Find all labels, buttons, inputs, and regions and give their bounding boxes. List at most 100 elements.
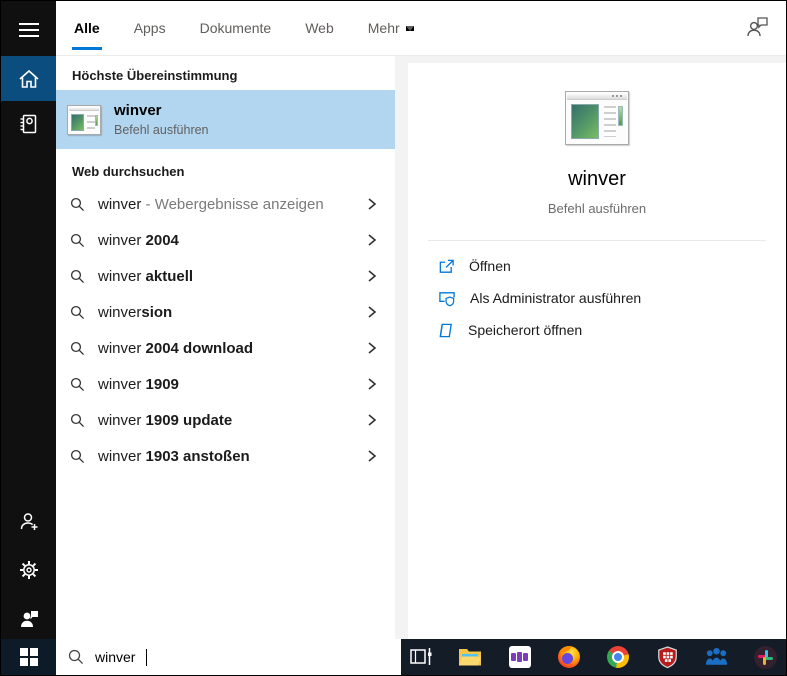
results-pane: Höchste Übereinstimmung winver Befehl au… <box>56 56 395 641</box>
suggestion-text: winver <box>98 340 146 357</box>
action-list: Öffnen Als Administrator ausführen Speic… <box>408 241 786 346</box>
best-match-title: winver <box>114 102 209 119</box>
file-location-icon <box>438 322 454 339</box>
chevron-right-icon[interactable] <box>367 341 377 355</box>
settings-gear-icon <box>18 559 40 581</box>
tab-label: Web <box>305 20 334 36</box>
suggestion-text: winver <box>98 448 146 465</box>
suggestion-text-bold: 2004 <box>146 232 179 249</box>
add-account-button[interactable] <box>1 499 56 544</box>
slack-icon <box>754 646 777 669</box>
open-icon <box>438 258 455 275</box>
chrome-button[interactable] <box>605 644 631 670</box>
admin-shield-icon <box>438 290 456 307</box>
user-account-button[interactable] <box>744 14 770 45</box>
chrome-icon <box>607 646 629 668</box>
search-icon <box>70 197 85 212</box>
chevron-right-icon[interactable] <box>367 197 377 211</box>
task-view-button[interactable] <box>408 644 434 670</box>
chevron-right-icon[interactable] <box>367 269 377 283</box>
action-label: Speicherort öffnen <box>468 322 582 338</box>
best-match-result[interactable]: winver Befehl ausführen <box>56 90 395 149</box>
best-match-subtitle: Befehl ausführen <box>114 123 209 137</box>
text-caret <box>146 649 147 666</box>
purple-app-icon <box>509 646 531 668</box>
add-user-icon <box>18 511 40 533</box>
firefox-icon <box>558 646 580 668</box>
web-suggestion-row[interactable]: winver 1903 anstoßen <box>56 438 395 474</box>
action-run-as-admin[interactable]: Als Administrator ausführen <box>438 282 786 314</box>
feedback-person-icon <box>18 608 40 630</box>
task-view-icon <box>409 646 433 668</box>
suggestion-text: winver <box>98 304 141 321</box>
taskbar-search-input[interactable]: winver <box>56 639 401 675</box>
windows-search-flyout: Alle Apps Dokumente Web Mehr Höchste Übe… <box>0 0 787 676</box>
hamburger-icon <box>18 22 40 38</box>
tab-alle[interactable]: Alle <box>72 1 102 55</box>
search-input-value: winver <box>95 649 135 665</box>
web-suggestion-row[interactable]: winver aktuell <box>56 258 395 294</box>
action-label: Öffnen <box>469 258 511 274</box>
suggestion-text-bold: aktuell <box>146 268 194 285</box>
suggestion-text-bold: 2004 download <box>146 340 254 357</box>
web-search-header: Web durchsuchen <box>56 149 395 186</box>
firefox-button[interactable] <box>556 644 582 670</box>
best-match-header: Höchste Übereinstimmung <box>56 56 395 90</box>
slack-button[interactable] <box>753 644 779 670</box>
feedback-button[interactable] <box>1 596 56 641</box>
journal-icon <box>18 113 40 135</box>
suggestion-text-bold: sion <box>141 304 172 321</box>
chevron-right-icon[interactable] <box>367 449 377 463</box>
tab-mehr[interactable]: Mehr <box>366 1 416 55</box>
suggestion-text: winver <box>98 268 146 285</box>
search-icon <box>70 449 85 464</box>
left-rail <box>1 1 56 641</box>
home-button[interactable] <box>1 56 56 101</box>
chevron-right-icon[interactable] <box>367 305 377 319</box>
tab-label: Alle <box>74 20 100 36</box>
tab-web[interactable]: Web <box>303 1 336 55</box>
journal-button[interactable] <box>1 101 56 146</box>
details-title: winver <box>568 168 626 191</box>
web-suggestion-row[interactable]: winversion <box>56 294 395 330</box>
web-suggestion-row[interactable]: winver - Webergebnisse anzeigen <box>56 186 395 222</box>
chevron-down-icon <box>406 26 414 31</box>
search-icon <box>68 649 84 665</box>
action-label: Als Administrator ausführen <box>470 290 641 306</box>
web-suggestion-row[interactable]: winver 1909 <box>56 366 395 402</box>
chevron-right-icon[interactable] <box>367 377 377 391</box>
user-speech-bubble-icon <box>744 14 770 40</box>
chevron-right-icon[interactable] <box>367 233 377 247</box>
suggestion-text-bold: 1909 <box>146 376 179 393</box>
contacts-app-button[interactable] <box>704 644 730 670</box>
windows-start-icon <box>20 648 38 666</box>
file-explorer-button[interactable] <box>457 644 483 670</box>
search-filter-tabs: Alle Apps Dokumente Web Mehr <box>56 1 786 56</box>
start-button[interactable] <box>1 639 56 675</box>
security-app-button[interactable] <box>654 644 680 670</box>
settings-button[interactable] <box>1 547 56 592</box>
web-suggestion-row[interactable]: winver 2004 download <box>56 330 395 366</box>
file-explorer-icon <box>458 647 482 667</box>
search-icon <box>70 413 85 428</box>
web-suggestion-row[interactable]: winver 2004 <box>56 222 395 258</box>
tab-apps[interactable]: Apps <box>132 1 168 55</box>
purple-app-button[interactable] <box>507 644 533 670</box>
security-shield-icon <box>657 646 678 669</box>
tab-label: Apps <box>134 20 166 36</box>
action-open-file-location[interactable]: Speicherort öffnen <box>438 314 786 346</box>
menu-button[interactable] <box>1 7 56 52</box>
chevron-right-icon[interactable] <box>367 413 377 427</box>
search-icon <box>70 233 85 248</box>
tab-label: Mehr <box>368 20 400 36</box>
search-icon <box>70 305 85 320</box>
winver-app-icon-large <box>565 91 629 145</box>
action-open[interactable]: Öffnen <box>438 250 786 282</box>
web-suggestion-row[interactable]: winver 1909 update <box>56 402 395 438</box>
tab-dokumente[interactable]: Dokumente <box>198 1 274 55</box>
suggestion-text: winver <box>98 196 141 213</box>
suggestion-text-bold: 1903 anstoßen <box>146 448 250 465</box>
search-icon <box>70 269 85 284</box>
details-region: winver Befehl ausführen Öffnen <box>395 56 786 641</box>
suggestion-text-gray: - Webergebnisse anzeigen <box>141 196 323 213</box>
